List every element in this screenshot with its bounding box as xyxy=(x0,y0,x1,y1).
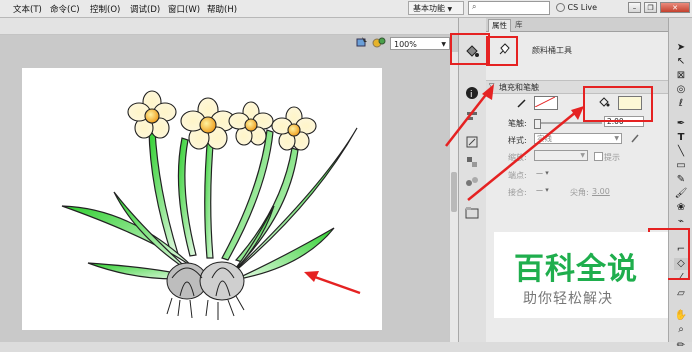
menu-window[interactable]: 窗口(W) xyxy=(168,3,200,15)
eraser-tool-icon[interactable]: ▱ xyxy=(674,288,688,300)
tool-name: 颜料桶工具 xyxy=(532,46,572,55)
brush-tool-icon[interactable]: 🖌 xyxy=(674,188,688,200)
workspace-label: 基本功能 xyxy=(413,4,445,13)
deco-tool-icon[interactable]: ❀ xyxy=(674,202,688,214)
cs-live-label: CS Live xyxy=(567,3,598,12)
edit-stroke-style-icon[interactable] xyxy=(630,133,640,144)
search-icon: ⌕ xyxy=(472,2,477,11)
watermark-subtitle: 助你轻松解决 xyxy=(523,291,613,307)
restore-button[interactable]: ❐ xyxy=(644,2,657,13)
cs-live-button[interactable]: CS Live xyxy=(556,3,597,12)
zoom-value: 100% xyxy=(394,40,417,49)
rectangle-tool-icon[interactable]: ▭ xyxy=(674,160,688,172)
stage-toolbar xyxy=(0,18,458,35)
search-input[interactable]: ⌕ xyxy=(468,1,550,15)
watermark-title: 百科全说 xyxy=(514,252,638,287)
edit-symbol-icon[interactable] xyxy=(356,36,368,48)
text-tool-icon[interactable]: T xyxy=(674,132,688,144)
pen-tool-icon[interactable]: ✒ xyxy=(674,118,688,130)
menu-text[interactable]: 文本(T) xyxy=(13,3,42,15)
free-transform-tool-icon[interactable]: ⊠ xyxy=(674,70,688,82)
hint-label: 提示 xyxy=(604,153,620,162)
hand-tool-icon[interactable]: ✋ xyxy=(674,310,688,322)
annotation-arrows xyxy=(445,84,584,201)
subselection-tool-icon[interactable]: ↖ xyxy=(674,56,688,68)
cs-live-icon xyxy=(556,3,565,12)
close-button[interactable]: ✕ xyxy=(660,2,690,13)
menu-commands[interactable]: 命令(C) xyxy=(50,3,80,15)
panel-tabs: 属性 库 xyxy=(486,18,668,32)
workspace-switcher[interactable]: 基本功能 ▼ xyxy=(408,1,464,15)
tab-properties[interactable]: 属性 xyxy=(488,19,511,32)
zoom-tool-icon[interactable]: ⌕ xyxy=(674,324,688,336)
edit-scene-icon[interactable] xyxy=(372,36,386,48)
selection-tool-icon[interactable]: ➤ xyxy=(674,42,688,54)
narcissus-drawing xyxy=(61,90,361,320)
minimize-button[interactable]: – xyxy=(628,2,641,13)
lasso-tool-icon[interactable]: ℓ xyxy=(674,98,688,110)
watermark: 百科全说 助你轻松解决 xyxy=(494,232,668,318)
menu-debug[interactable]: 调试(D) xyxy=(130,3,160,15)
stage-canvas[interactable] xyxy=(22,68,382,330)
tab-library[interactable]: 库 xyxy=(512,19,526,31)
3d-rotation-tool-icon[interactable]: ◎ xyxy=(674,84,688,96)
annotation-arrow xyxy=(304,271,361,295)
zoom-select[interactable]: 100% ▼ xyxy=(390,37,450,50)
menu-control[interactable]: 控制(O) xyxy=(90,3,120,15)
tools-panel: ➤ ↖ ⊠ ◎ ℓ ✒ T ╲ ▭ ✎ 🖌 ❀ ⌁ ⌐ ◇ ⁄ ▱ ✋ ⌕ ✏ xyxy=(668,18,692,351)
pencil-tool-icon[interactable]: ✎ xyxy=(674,174,688,186)
bone-tool-icon[interactable]: ⌁ xyxy=(674,216,688,228)
menu-help[interactable]: 帮助(H) xyxy=(207,3,237,15)
line-tool-icon[interactable]: ╲ xyxy=(674,146,688,158)
